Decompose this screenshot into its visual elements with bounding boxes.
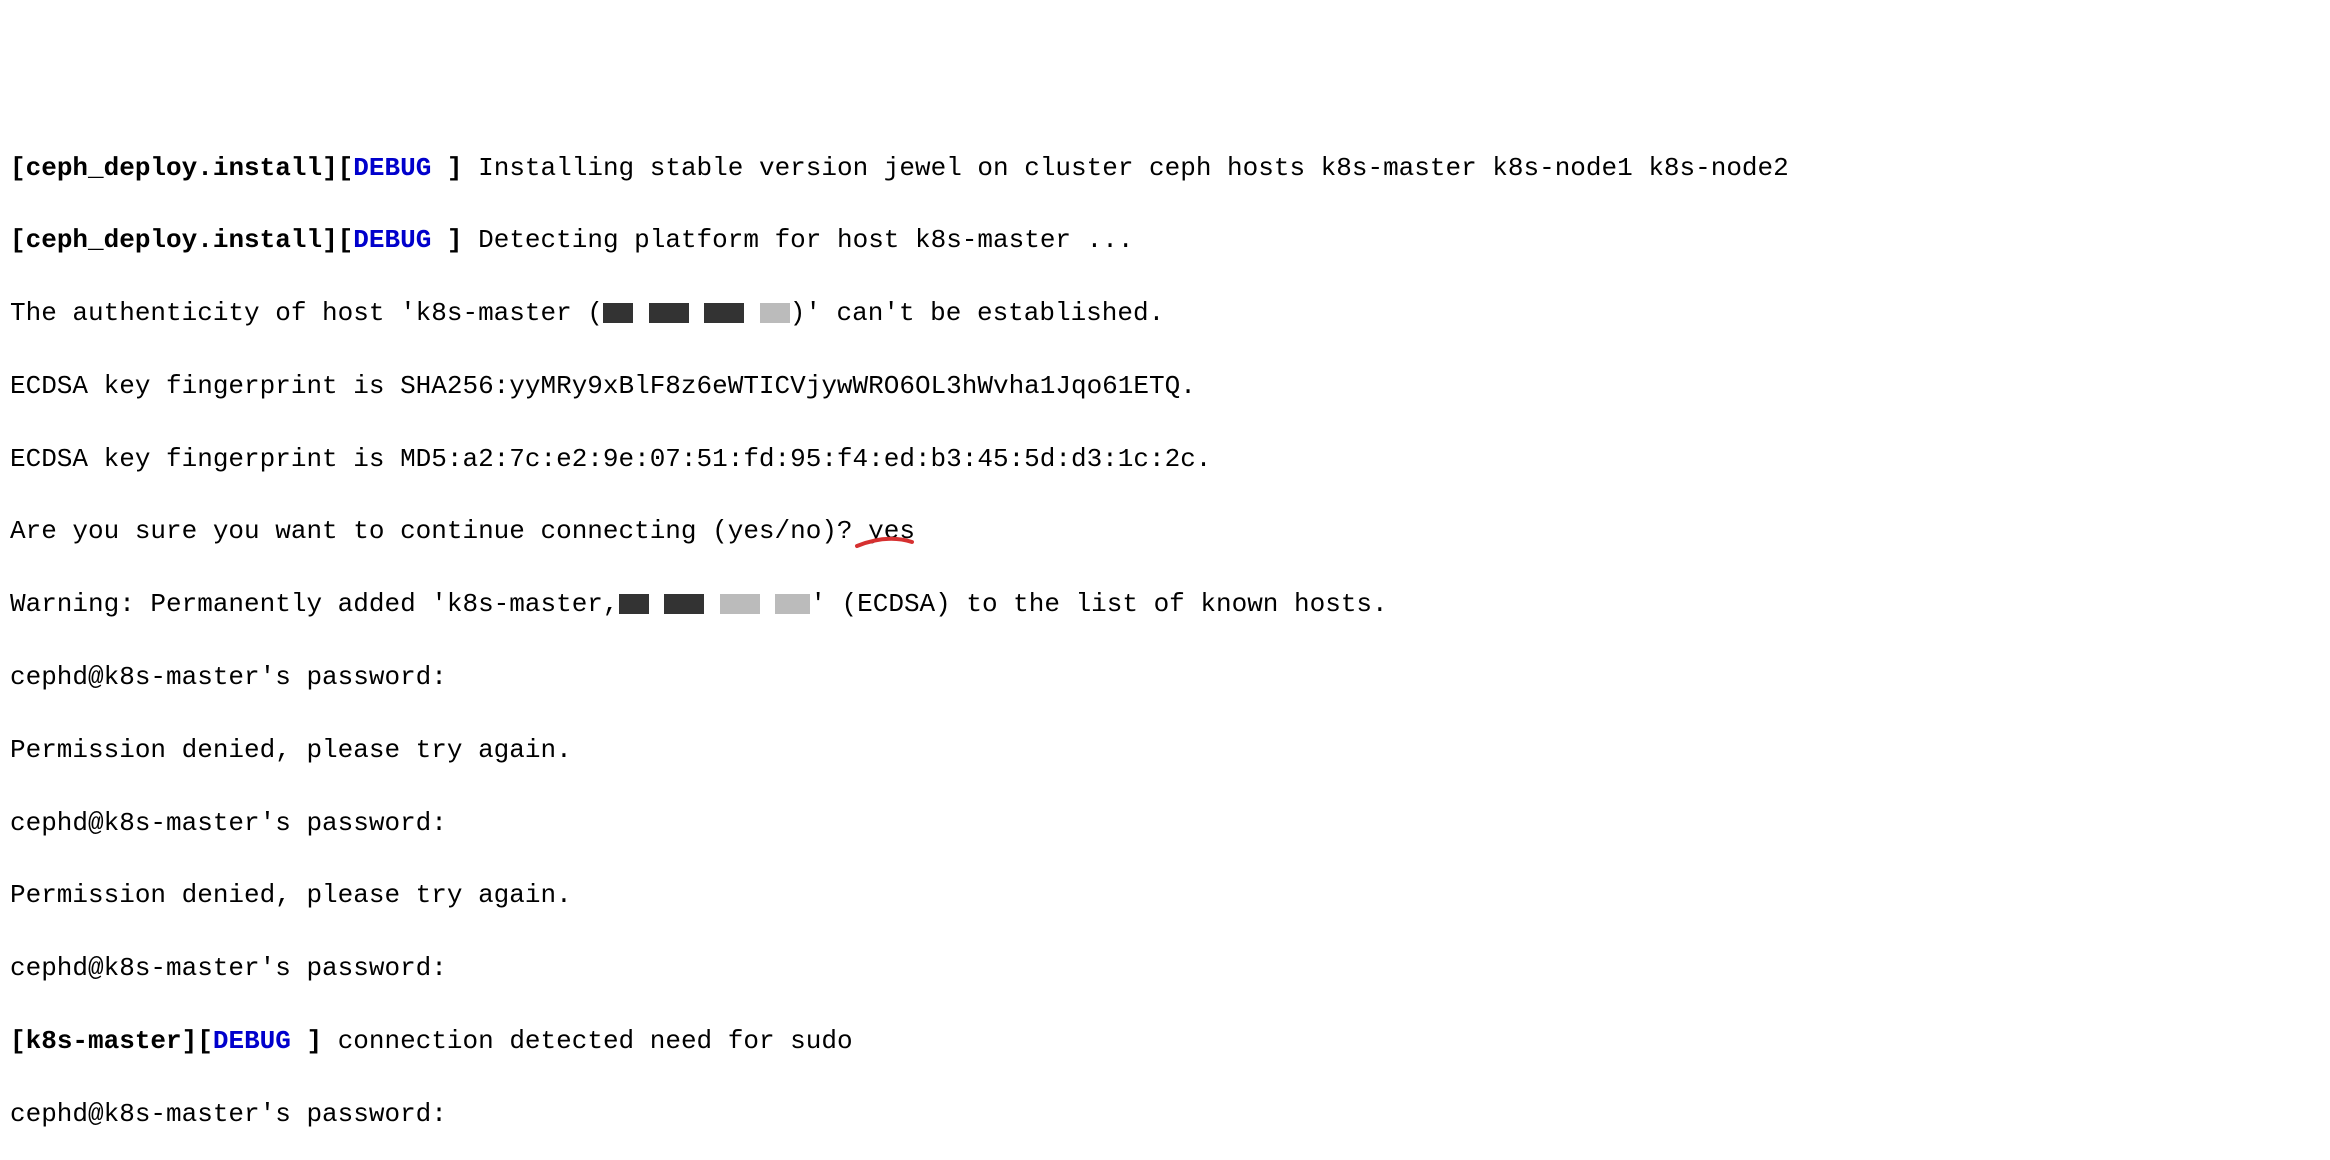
- log-line: cephd@k8s-master's password:: [10, 950, 2320, 986]
- redacted-ip: [720, 594, 760, 614]
- log-line: Warning: Permanently added 'k8s-master, …: [10, 586, 2320, 622]
- log-level-debug: DEBUG: [353, 225, 447, 255]
- log-message: connection detected need for sudo: [338, 1026, 853, 1056]
- redacted-ip: [619, 594, 649, 614]
- redacted-ip: [603, 303, 633, 323]
- bracket: [: [10, 225, 26, 255]
- log-line: [ceph_deploy.install][DEBUG ] Detecting …: [10, 222, 2320, 258]
- log-text: Warning: Permanently added 'k8s-master,: [10, 589, 619, 619]
- log-text: )' can't be established.: [790, 298, 1164, 328]
- log-line: cephd@k8s-master's password:: [10, 805, 2320, 841]
- log-line: Permission denied, please try again.: [10, 877, 2320, 913]
- log-level-debug: DEBUG: [353, 153, 447, 183]
- bracket: [: [10, 1026, 26, 1056]
- log-line: [ceph_deploy.install][DEBUG ] Installing…: [10, 150, 2320, 186]
- log-module: ceph_deploy.install: [26, 153, 322, 183]
- bracket: ][: [322, 153, 353, 183]
- bracket: [: [10, 153, 26, 183]
- redacted-ip: [704, 303, 744, 323]
- bracket: ]: [306, 1026, 337, 1056]
- log-line: Are you sure you want to continue connec…: [10, 513, 2320, 549]
- log-line: Permission denied, please try again.: [10, 732, 2320, 768]
- log-line: ECDSA key fingerprint is SHA256:yyMRy9xB…: [10, 368, 2320, 404]
- bracket: ]: [447, 225, 478, 255]
- redacted-ip: [760, 303, 790, 323]
- bracket: ][: [322, 225, 353, 255]
- log-message: Detecting platform for host k8s-master .…: [478, 225, 1133, 255]
- log-text: ' (ECDSA) to the list of known hosts.: [810, 589, 1387, 619]
- log-level-debug: DEBUG: [213, 1026, 307, 1056]
- log-line: cephd@k8s-master's password:: [10, 659, 2320, 695]
- log-line: The authenticity of host 'k8s-master ( )…: [10, 295, 2320, 331]
- bracket: ][: [182, 1026, 213, 1056]
- bracket: ]: [447, 153, 478, 183]
- log-module: k8s-master: [26, 1026, 182, 1056]
- log-line: cephd@k8s-master's password:: [10, 1096, 2320, 1132]
- redacted-ip: [775, 594, 810, 614]
- redacted-ip: [649, 303, 689, 323]
- redacted-ip: [664, 594, 704, 614]
- log-line: ECDSA key fingerprint is MD5:a2:7c:e2:9e…: [10, 441, 2320, 477]
- log-module: ceph_deploy.install: [26, 225, 322, 255]
- log-text: The authenticity of host 'k8s-master (: [10, 298, 603, 328]
- log-line: [k8s-master][DEBUG ] connection detected…: [10, 1023, 2320, 1059]
- log-message: Installing stable version jewel on clust…: [478, 153, 1789, 183]
